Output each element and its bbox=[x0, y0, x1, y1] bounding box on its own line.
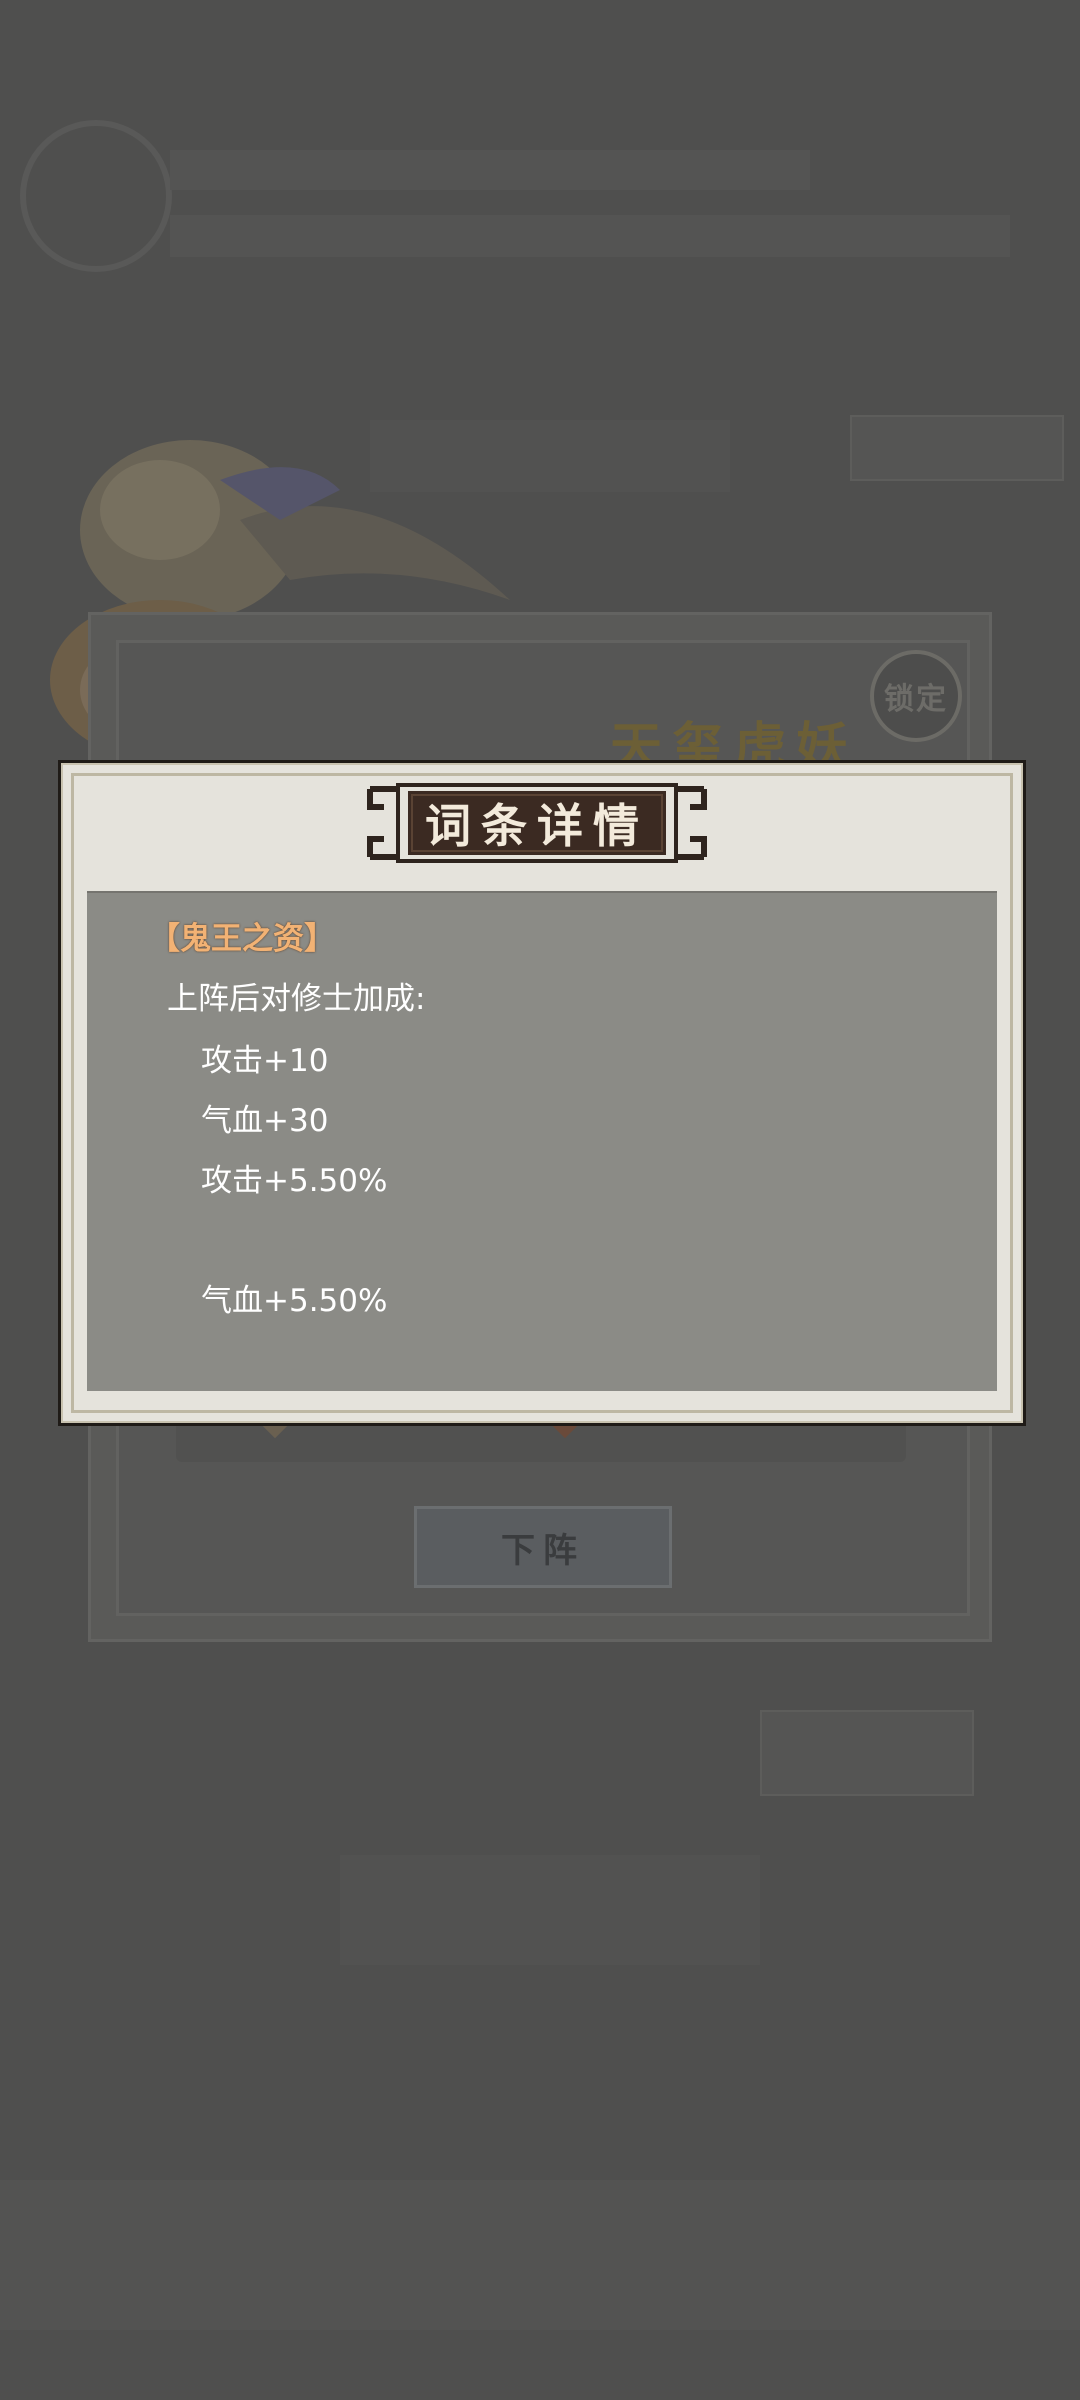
modal-title: 词条详情 bbox=[425, 799, 649, 853]
bottom-nav bbox=[0, 2180, 1080, 2330]
bonus-attack-flat: 攻击+10 bbox=[201, 1043, 329, 1079]
bonus-hp-percent: 气血+5.50% bbox=[201, 1283, 388, 1319]
bottom-info-box bbox=[340, 1855, 760, 1965]
header-bar bbox=[170, 150, 810, 190]
bonus-attack-percent: 攻击+5.50% bbox=[201, 1163, 388, 1199]
title-plaque: 词条详情 bbox=[362, 777, 712, 869]
top-right-button[interactable] bbox=[850, 415, 1064, 481]
bonus-hp-flat: 气血+30 bbox=[201, 1103, 329, 1139]
header-subbar bbox=[170, 215, 1010, 257]
affix-details-modal: 词条详情 【鬼王之资】 上阵后对修士加成: 攻击+10 气血+30 攻击+5.5… bbox=[58, 760, 1026, 1426]
affix-name: 【鬼王之资】 bbox=[149, 921, 335, 957]
lock-button[interactable]: 锁定 bbox=[870, 650, 962, 742]
modal-footer bbox=[87, 1391, 997, 1405]
unequip-button[interactable]: 下阵 bbox=[414, 1506, 672, 1588]
affix-description: 上阵后对修士加成: bbox=[167, 981, 426, 1017]
avatar bbox=[20, 120, 172, 272]
bottom-right-button[interactable] bbox=[760, 1710, 974, 1796]
